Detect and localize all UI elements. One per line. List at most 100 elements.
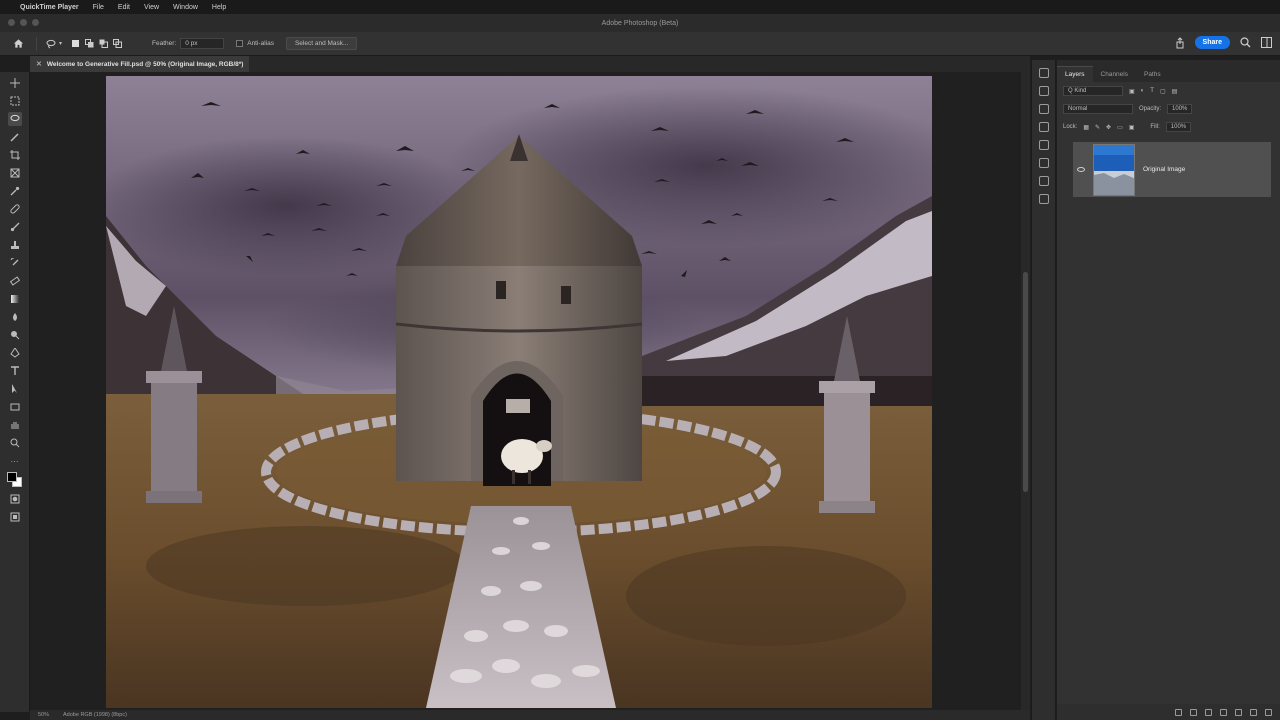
add-mask-icon[interactable]	[1205, 708, 1212, 716]
lock-brush-icon[interactable]: ✎	[1095, 124, 1100, 131]
share-button[interactable]: Share	[1194, 36, 1230, 49]
marquee-tool[interactable]	[8, 94, 22, 108]
swatches-panel-icon[interactable]	[1038, 194, 1049, 204]
document-tab[interactable]: ✕ Welcome to Generative Fill.psd @ 50% (…	[30, 56, 250, 72]
menu-help[interactable]: Help	[212, 4, 226, 11]
opacity-label: Opacity:	[1139, 106, 1162, 112]
filter-adjustment-icon[interactable]: ◐	[1141, 88, 1145, 94]
tab-channels[interactable]: Channels	[1093, 67, 1136, 82]
adjustments-panel-icon[interactable]	[1038, 122, 1049, 132]
color-panel-icon[interactable]	[1038, 176, 1049, 186]
pen-tool[interactable]	[8, 346, 22, 360]
fill-input[interactable]: 100%	[1165, 122, 1192, 132]
gradient-tool[interactable]	[8, 292, 22, 306]
select-and-mask-button[interactable]: Select and Mask...	[285, 37, 358, 50]
adjustment-layer-icon[interactable]	[1220, 708, 1227, 716]
brush-panel-icon[interactable]	[1038, 104, 1049, 114]
add-selection-button[interactable]	[84, 38, 95, 49]
share-icon[interactable]	[1175, 36, 1185, 49]
dodge-tool[interactable]	[8, 328, 22, 342]
arrow-icon	[11, 384, 17, 393]
crop-tool[interactable]	[8, 148, 22, 162]
history-brush-tool[interactable]	[8, 256, 22, 270]
filter-shape-icon[interactable]: ▢	[1160, 88, 1166, 95]
antialias-control[interactable]: Anti-alias	[236, 40, 274, 47]
lock-all-icon[interactable]: ▣	[1129, 124, 1135, 131]
zoom-tool[interactable]	[8, 436, 22, 450]
delete-layer-icon[interactable]	[1265, 708, 1272, 716]
filter-image-icon[interactable]: ▣	[1129, 88, 1135, 95]
subtract-selection-button[interactable]	[98, 38, 109, 49]
link-layers-icon[interactable]	[1175, 708, 1182, 716]
new-group-icon[interactable]	[1235, 708, 1242, 716]
menu-window[interactable]: Window	[173, 4, 198, 11]
lock-pixels-icon[interactable]: ▦	[1083, 124, 1089, 131]
feather-input[interactable]: 0 px	[180, 38, 225, 49]
path-selection-tool[interactable]	[8, 382, 22, 396]
lasso-tool[interactable]	[7, 112, 22, 126]
object-selection-tool[interactable]	[8, 130, 22, 144]
antialias-checkbox[interactable]	[236, 40, 244, 47]
layer-name[interactable]: Original Image	[1143, 166, 1185, 173]
brush-tool[interactable]	[8, 220, 22, 234]
window-titlebar: Adobe Photoshop (Beta)	[0, 14, 1280, 32]
search-icon[interactable]	[1240, 37, 1251, 48]
menu-edit[interactable]: Edit	[118, 4, 130, 11]
history-panel-icon[interactable]	[1038, 68, 1049, 78]
type-tool[interactable]	[8, 364, 22, 378]
minimize-window-button[interactable]	[20, 19, 27, 26]
close-window-button[interactable]	[8, 19, 15, 26]
zoom-icon	[10, 438, 19, 448]
home-button[interactable]	[8, 34, 28, 54]
lock-position-icon[interactable]: ✥	[1106, 124, 1111, 131]
menu-app-name[interactable]: QuickTime Player	[20, 4, 79, 11]
filter-type-icon[interactable]: T	[1150, 88, 1154, 94]
layer-row-original-image[interactable]: Original Image	[1073, 142, 1271, 197]
document-canvas[interactable]	[106, 76, 932, 708]
quick-mask-button[interactable]	[8, 492, 22, 506]
tools-panel: ···	[0, 72, 30, 712]
zoom-window-button[interactable]	[32, 19, 39, 26]
visibility-eye-icon[interactable]	[1077, 167, 1085, 172]
healing-brush-tool[interactable]	[8, 202, 22, 216]
tab-layers[interactable]: Layers	[1057, 66, 1093, 82]
properties-panel-icon[interactable]	[1038, 140, 1049, 150]
blend-mode-dropdown[interactable]: Normal	[1063, 104, 1133, 114]
new-selection-button[interactable]	[70, 38, 81, 49]
zoom-level[interactable]: 50%	[38, 712, 49, 718]
opacity-input[interactable]: 100%	[1167, 104, 1193, 114]
screen-mode-button[interactable]	[8, 510, 22, 524]
color-swatches[interactable]	[6, 472, 23, 488]
hand-tool[interactable]	[8, 418, 22, 432]
menu-view[interactable]: View	[144, 4, 159, 11]
frame-tool[interactable]	[8, 166, 22, 180]
lasso-tool-preset[interactable]	[45, 38, 56, 49]
ellipsis-icon: ···	[10, 456, 19, 466]
vertical-scrollbar[interactable]	[1021, 72, 1030, 710]
menu-file[interactable]: File	[93, 4, 104, 11]
layer-style-icon[interactable]	[1190, 708, 1197, 716]
brush-select-icon	[9, 133, 19, 142]
lasso-icon	[10, 114, 19, 122]
eyedropper-tool[interactable]	[8, 184, 22, 198]
kind-filter-dropdown[interactable]: Q Kind	[1063, 86, 1123, 96]
foreground-color-swatch[interactable]	[6, 472, 17, 482]
new-layer-icon[interactable]	[1250, 708, 1257, 716]
rectangle-tool[interactable]	[8, 400, 22, 414]
blur-tool[interactable]	[8, 310, 22, 324]
clone-stamp-tool[interactable]	[8, 238, 22, 252]
scrollbar-thumb[interactable]	[1023, 272, 1028, 492]
tab-paths[interactable]: Paths	[1136, 67, 1169, 82]
panel-layout-icon[interactable]	[1261, 37, 1272, 48]
close-tab-icon[interactable]: ✕	[36, 60, 42, 68]
comments-panel-icon[interactable]	[1038, 86, 1049, 96]
intersect-selection-button[interactable]	[112, 38, 123, 49]
chevron-down-icon[interactable]: ▾	[59, 40, 62, 47]
quick-mask-icon	[10, 494, 19, 504]
filter-smart-object-icon[interactable]: ▤	[1172, 88, 1178, 95]
lock-artboard-icon[interactable]: ▭	[1117, 124, 1123, 131]
eraser-tool[interactable]	[8, 274, 22, 288]
more-tools-button[interactable]: ···	[8, 454, 22, 468]
libraries-panel-icon[interactable]	[1038, 158, 1049, 168]
move-tool[interactable]	[8, 76, 22, 90]
